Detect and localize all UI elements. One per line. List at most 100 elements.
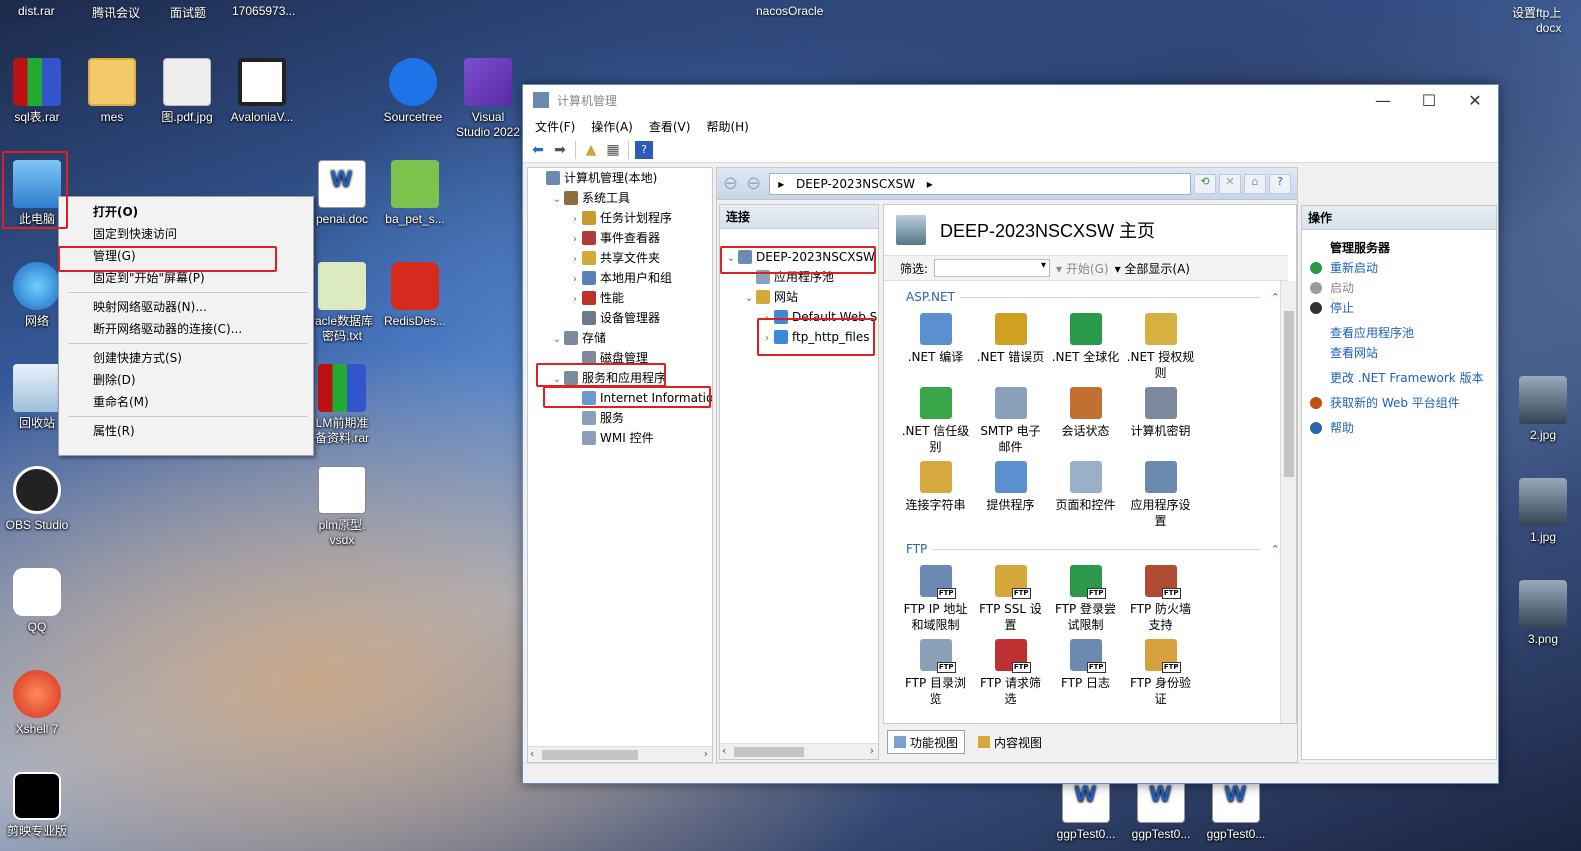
desktop-icon[interactable]: penai.doc (305, 160, 379, 227)
expand-arrow-icon[interactable]: ⌄ (742, 289, 756, 309)
console-tree-item[interactable]: 服务 (528, 408, 712, 428)
action-link[interactable]: 获取新的 Web 平台组件 (1302, 393, 1496, 413)
collapse-icon[interactable]: ⌃ (1271, 543, 1280, 556)
forward-arrow-icon[interactable]: ➡ (551, 141, 569, 159)
feature-item[interactable]: 应用程序设 置 (1123, 461, 1198, 529)
desktop-icon[interactable]: 1.jpg (1506, 478, 1580, 545)
console-tree-item[interactable]: 设备管理器 (528, 308, 712, 328)
expand-arrow-icon[interactable]: ⌄ (550, 190, 564, 210)
console-tree-item[interactable]: 磁盘管理 (528, 348, 712, 368)
console-tree-item[interactable]: › 本地用户和组 (528, 268, 712, 288)
desktop-label-nacos[interactable]: nacosOracle (756, 4, 823, 18)
expand-arrow-icon[interactable]: ⌄ (724, 249, 738, 269)
context-menu-item[interactable]: 固定到"开始"屏幕(P) (59, 267, 313, 289)
feature-item[interactable]: 连接字符串 (898, 461, 973, 529)
desktop-icon[interactable]: ggpTest0... (1124, 775, 1198, 842)
desktop-icon[interactable]: Xshell 7 (0, 670, 74, 737)
desktop-icon[interactable]: OBS Studio (0, 466, 74, 533)
help-icon[interactable]: ? (635, 140, 653, 159)
iis-back-icon[interactable]: ⊖ (723, 173, 738, 194)
desktop-icon[interactable]: racle数据库 密码.txt (305, 262, 379, 344)
context-menu-item[interactable]: 管理(G) (59, 245, 313, 267)
desktop-label-ftp-doc[interactable]: 设置ftp上 docx (1512, 4, 1561, 35)
console-tree-item[interactable]: ⌄ 存储 (528, 328, 712, 348)
context-menu-item[interactable]: 删除(D) (59, 369, 313, 391)
action-link[interactable]: 启动 (1302, 278, 1496, 298)
collapse-arrow-icon[interactable]: › (760, 329, 774, 349)
desktop-icon[interactable]: 剪映专业版 (0, 772, 74, 839)
scroll-left-icon[interactable]: ‹ (722, 744, 726, 757)
title-bar[interactable]: 计算机管理 — ☐ ✕ (523, 85, 1498, 115)
menu-file[interactable]: 文件(F) (535, 118, 575, 135)
tree-horizontal-scrollbar[interactable]: ‹ › (528, 746, 712, 762)
scroll-thumb[interactable] (1284, 311, 1294, 477)
feature-item[interactable]: .NET 信任级 别 (898, 387, 973, 455)
expand-arrow-icon[interactable]: ⌄ (550, 330, 564, 350)
action-link[interactable]: 查看应用程序池 (1302, 323, 1496, 343)
desktop-label-tencent-meeting[interactable]: 腾讯会议 (92, 4, 140, 21)
desktop-icon[interactable]: sql表.rar (0, 58, 74, 125)
connections-scrollbar[interactable]: ‹ › (720, 743, 878, 759)
minimize-button[interactable]: — (1360, 91, 1406, 110)
desktop-icon[interactable]: ggpTest0... (1049, 775, 1123, 842)
feature-item[interactable]: 页面和控件 (1048, 461, 1123, 529)
tab-features-view[interactable]: 功能视图 (887, 730, 966, 754)
filter-show-all-button[interactable]: ▾ 全部显示(A) (1115, 260, 1190, 277)
maximize-button[interactable]: ☐ (1406, 91, 1452, 110)
feature-item[interactable]: .NET 编译 (898, 313, 973, 381)
menu-view[interactable]: 查看(V) (649, 118, 691, 135)
menu-action[interactable]: 操作(A) (591, 118, 633, 135)
desktop-icon[interactable]: mes (75, 58, 149, 125)
desktop-icon[interactable]: RedisDes... (378, 262, 452, 329)
feature-item[interactable]: SMTP 电子 邮件 (973, 387, 1048, 455)
feature-item[interactable]: 计算机密钥 (1123, 387, 1198, 455)
action-link[interactable]: 更改 .NET Framework 版本 (1302, 368, 1496, 388)
feature-item[interactable]: FTP IP 地址 和域限制 (898, 565, 973, 633)
menu-help[interactable]: 帮助(H) (706, 118, 748, 135)
collapse-arrow-icon[interactable]: › (568, 230, 582, 250)
tab-content-view[interactable]: 内容视图 (971, 730, 1049, 754)
desktop-icon[interactable]: AvaloniaV... (225, 58, 299, 125)
context-menu-item[interactable]: 断开网络驱动器的连接(C)... (59, 318, 313, 340)
context-menu-item[interactable]: 固定到快速访问 (59, 223, 313, 245)
context-menu-item[interactable]: 属性(R) (59, 420, 313, 442)
context-menu-item[interactable]: 重命名(M) (59, 391, 313, 413)
feature-item[interactable]: FTP 身份验 证 (1123, 639, 1198, 707)
show-hide-tree-icon[interactable]: ▦ (604, 141, 622, 159)
feature-item[interactable]: FTP 目录浏 览 (898, 639, 973, 707)
desktop-icon[interactable]: ggpTest0... (1199, 775, 1273, 842)
console-tree-item[interactable]: ⌄ 系统工具 (528, 188, 712, 208)
desktop-icon[interactable]: QQ (0, 568, 74, 635)
feature-item[interactable]: 提供程序 (973, 461, 1048, 529)
feature-item[interactable]: FTP 登录尝 试限制 (1048, 565, 1123, 633)
filter-input[interactable] (934, 259, 1051, 277)
desktop-icon[interactable]: Visual Studio 2022 (451, 58, 525, 140)
desktop-icon[interactable]: LM前期准 备资料.rar (305, 364, 379, 446)
collapse-icon[interactable]: ⌃ (1271, 291, 1280, 304)
collapse-arrow-icon[interactable]: › (568, 250, 582, 270)
collapse-arrow-icon[interactable]: › (568, 270, 582, 290)
address-server[interactable]: DEEP-2023NSCXSW (796, 177, 915, 191)
console-tree-item[interactable]: › 任务计划程序 (528, 208, 712, 228)
connections-tree-item[interactable]: › Default Web S (720, 307, 878, 327)
console-tree-item[interactable]: › 事件查看器 (528, 228, 712, 248)
feature-item[interactable]: FTP 请求筛 选 (973, 639, 1048, 707)
scroll-thumb[interactable] (542, 750, 638, 760)
console-tree-item[interactable]: › 共享文件夹 (528, 248, 712, 268)
scroll-thumb[interactable] (734, 747, 804, 757)
connections-tree-item[interactable]: ⌄ DEEP-2023NSCXSW (720, 247, 878, 267)
back-arrow-icon[interactable]: ⬅ (529, 141, 547, 159)
action-link[interactable]: 帮助 (1302, 418, 1496, 438)
feature-item[interactable]: .NET 授权规 则 (1123, 313, 1198, 381)
expand-arrow-icon[interactable]: ⌄ (550, 370, 564, 390)
collapse-arrow-icon[interactable]: › (568, 290, 582, 310)
context-menu-item[interactable]: 打开(O) (59, 201, 313, 223)
console-tree-item[interactable]: 计算机管理(本地) (528, 168, 712, 188)
console-tree-item[interactable]: WMI 控件 (528, 428, 712, 448)
up-folder-icon[interactable]: ▲ (582, 141, 600, 159)
feature-item[interactable]: .NET 错误页 (973, 313, 1048, 381)
desktop-icon[interactable]: Sourcetree (376, 58, 450, 125)
feature-item[interactable]: .NET 全球化 (1048, 313, 1123, 381)
action-link[interactable]: 停止 (1302, 298, 1496, 318)
action-link[interactable]: 重新启动 (1302, 258, 1496, 278)
